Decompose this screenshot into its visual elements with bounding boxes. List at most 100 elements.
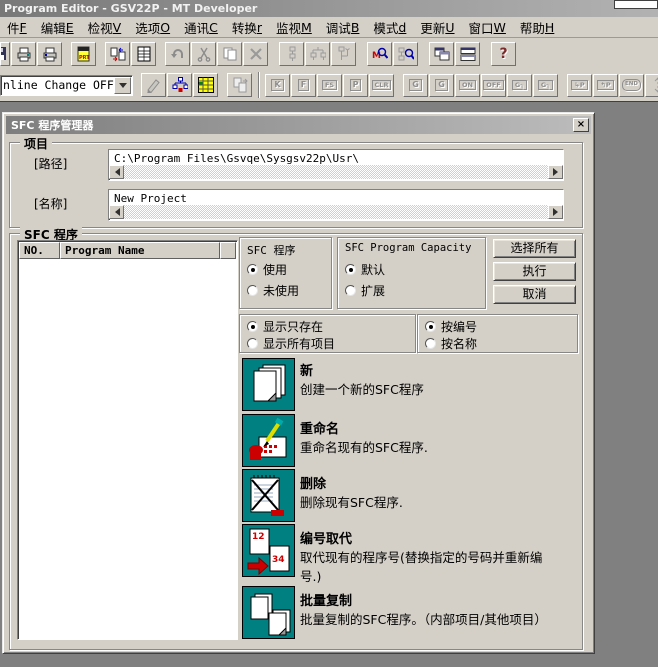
prt-report-button[interactable]: PRT <box>71 42 96 66</box>
cancel-button[interactable]: 取消 <box>493 285 576 304</box>
symbol-k-button[interactable]: K <box>265 74 290 97</box>
combo-dropdown-button[interactable] <box>114 77 131 94</box>
column-extra[interactable] <box>220 242 236 259</box>
step-insert-button[interactable] <box>645 74 658 97</box>
menu-help[interactable]: 帮助H <box>513 17 561 37</box>
menu-edit[interactable]: 编辑E <box>34 17 81 37</box>
svg-text:12: 12 <box>252 532 265 542</box>
delete-button[interactable] <box>243 42 268 66</box>
sfc-program-group: SFC 程序 NO. Program Name SFC 程序 使用 未使用 SF… <box>9 233 583 650</box>
symbol-off-button[interactable]: OFF <box>481 74 506 97</box>
radio-extended[interactable]: 扩展 <box>345 282 385 299</box>
help-button[interactable]: ? <box>491 42 516 66</box>
online-change-value: nline Change OFF <box>1 78 114 92</box>
menu-convert[interactable]: 转换r <box>225 17 269 37</box>
radio-by-number[interactable]: 按编号 <box>425 318 477 335</box>
symbol-clr-button[interactable]: CLR <box>369 74 394 97</box>
window-cascade-button[interactable] <box>429 42 454 66</box>
menu-comm[interactable]: 通讯C <box>177 17 225 37</box>
radio-show-existing[interactable]: 显示只存在 <box>247 318 323 335</box>
radio-default[interactable]: 默认 <box>345 261 385 278</box>
ladder-grid-button[interactable] <box>193 73 218 97</box>
symbol-p-button[interactable]: P <box>343 74 368 97</box>
symbol-g1-button[interactable]: G <box>403 74 428 97</box>
radio-dot[interactable] <box>425 338 436 349</box>
action-rename-desc: 重命名现有的SFC程序. <box>300 438 562 457</box>
scroll-right-button[interactable] <box>548 165 563 179</box>
name-field[interactable]: New Project <box>108 189 564 221</box>
path-scrollbar[interactable] <box>109 165 563 179</box>
sfc-jump-button[interactable] <box>331 42 356 66</box>
copy-button[interactable] <box>217 42 242 66</box>
scroll-right-button[interactable] <box>548 205 563 219</box>
select-all-button[interactable]: 选择所有 <box>493 239 576 258</box>
jump-p2-button[interactable]: ↰P <box>593 74 618 97</box>
chevron-down-icon <box>119 83 127 92</box>
window-tile-button[interactable] <box>455 42 480 66</box>
radio-dot[interactable] <box>345 264 356 275</box>
symbol-gsub1-button[interactable]: G┐ <box>507 74 532 97</box>
radio-dot[interactable] <box>247 264 258 275</box>
radio-show-all[interactable]: 显示所有项目 <box>247 335 335 352</box>
sfc-tree-button[interactable] <box>167 73 192 97</box>
radio-use[interactable]: 使用 <box>247 261 287 278</box>
scroll-left-button[interactable] <box>109 165 124 179</box>
symbol-on-button[interactable]: ON <box>455 74 480 97</box>
menu-monitor[interactable]: 监视M <box>269 17 319 37</box>
print-button[interactable] <box>11 42 36 66</box>
batch-copy-button[interactable] <box>242 586 295 639</box>
printer-icon <box>16 46 32 62</box>
program-list-button[interactable] <box>131 42 156 66</box>
scrollbar-track[interactable] <box>124 165 548 179</box>
end-step-button[interactable]: END <box>619 74 644 97</box>
column-program-name[interactable]: Program Name <box>60 242 220 259</box>
close-button[interactable]: × <box>573 118 589 132</box>
dialog-titlebar[interactable]: SFC 程序管理器 × <box>6 116 591 134</box>
radio-by-name[interactable]: 按名称 <box>425 335 477 352</box>
symbol-f-button[interactable]: F <box>291 74 316 97</box>
jump-p1-button[interactable]: ↳P <box>567 74 592 97</box>
menu-update[interactable]: 更新U <box>413 17 461 37</box>
sfc-step-button[interactable] <box>279 42 304 66</box>
save-button[interactable] <box>0 42 10 66</box>
action-renumber-desc: 取代现有的程序号(替换指定的号码并重新编号.) <box>300 548 562 587</box>
menu-window[interactable]: 窗口W <box>462 17 513 37</box>
menu-options[interactable]: 选项O <box>128 17 177 37</box>
radio-unuse[interactable]: 未使用 <box>247 282 299 299</box>
radio-dot[interactable] <box>247 321 258 332</box>
scroll-left-button[interactable] <box>109 205 124 219</box>
table-body[interactable] <box>19 259 236 638</box>
radio-dot[interactable] <box>425 321 436 332</box>
radio-dot[interactable] <box>345 285 356 296</box>
online-change-combo[interactable]: nline Change OFF <box>0 75 133 96</box>
find-sfc-button[interactable] <box>393 42 418 66</box>
menu-mode[interactable]: 模式d <box>366 17 413 37</box>
cut-button[interactable] <box>191 42 216 66</box>
renumber-program-button[interactable]: 12 34 <box>242 524 295 577</box>
delete-program-button[interactable] <box>242 469 295 522</box>
path-field[interactable]: C:\Program Files\Gsvqe\Sysgsv22p\Usr\ <box>108 149 564 181</box>
symbol-gsub2-button[interactable]: G┐ <box>533 74 558 97</box>
symbol-g2-button[interactable]: G <box>429 74 454 97</box>
menu-view[interactable]: 检视V <box>81 17 129 37</box>
new-program-button[interactable] <box>242 358 295 411</box>
find-device-button[interactable]: M <box>367 42 392 66</box>
scrollbar-track[interactable] <box>124 205 548 219</box>
sfc-edit-button[interactable] <box>141 73 166 97</box>
menu-debug[interactable]: 调试B <box>319 17 367 37</box>
menu-file[interactable]: 件F <box>0 17 34 37</box>
program-table[interactable]: NO. Program Name <box>17 240 238 640</box>
transfer-button[interactable] <box>105 42 130 66</box>
print-setup-button[interactable] <box>37 42 62 66</box>
execute-button[interactable]: 执行 <box>493 262 576 281</box>
radio-dot[interactable] <box>247 285 258 296</box>
undo-button[interactable] <box>165 42 190 66</box>
sfc-convert-button[interactable] <box>227 73 252 97</box>
column-no[interactable]: NO. <box>19 242 60 259</box>
symbol-fs-button[interactable]: FS <box>317 74 342 97</box>
sfc-tree-icon <box>172 77 188 93</box>
name-scrollbar[interactable] <box>109 205 563 219</box>
radio-dot[interactable] <box>247 338 258 349</box>
rename-program-button[interactable] <box>242 414 295 467</box>
sfc-branch-button[interactable] <box>305 42 330 66</box>
